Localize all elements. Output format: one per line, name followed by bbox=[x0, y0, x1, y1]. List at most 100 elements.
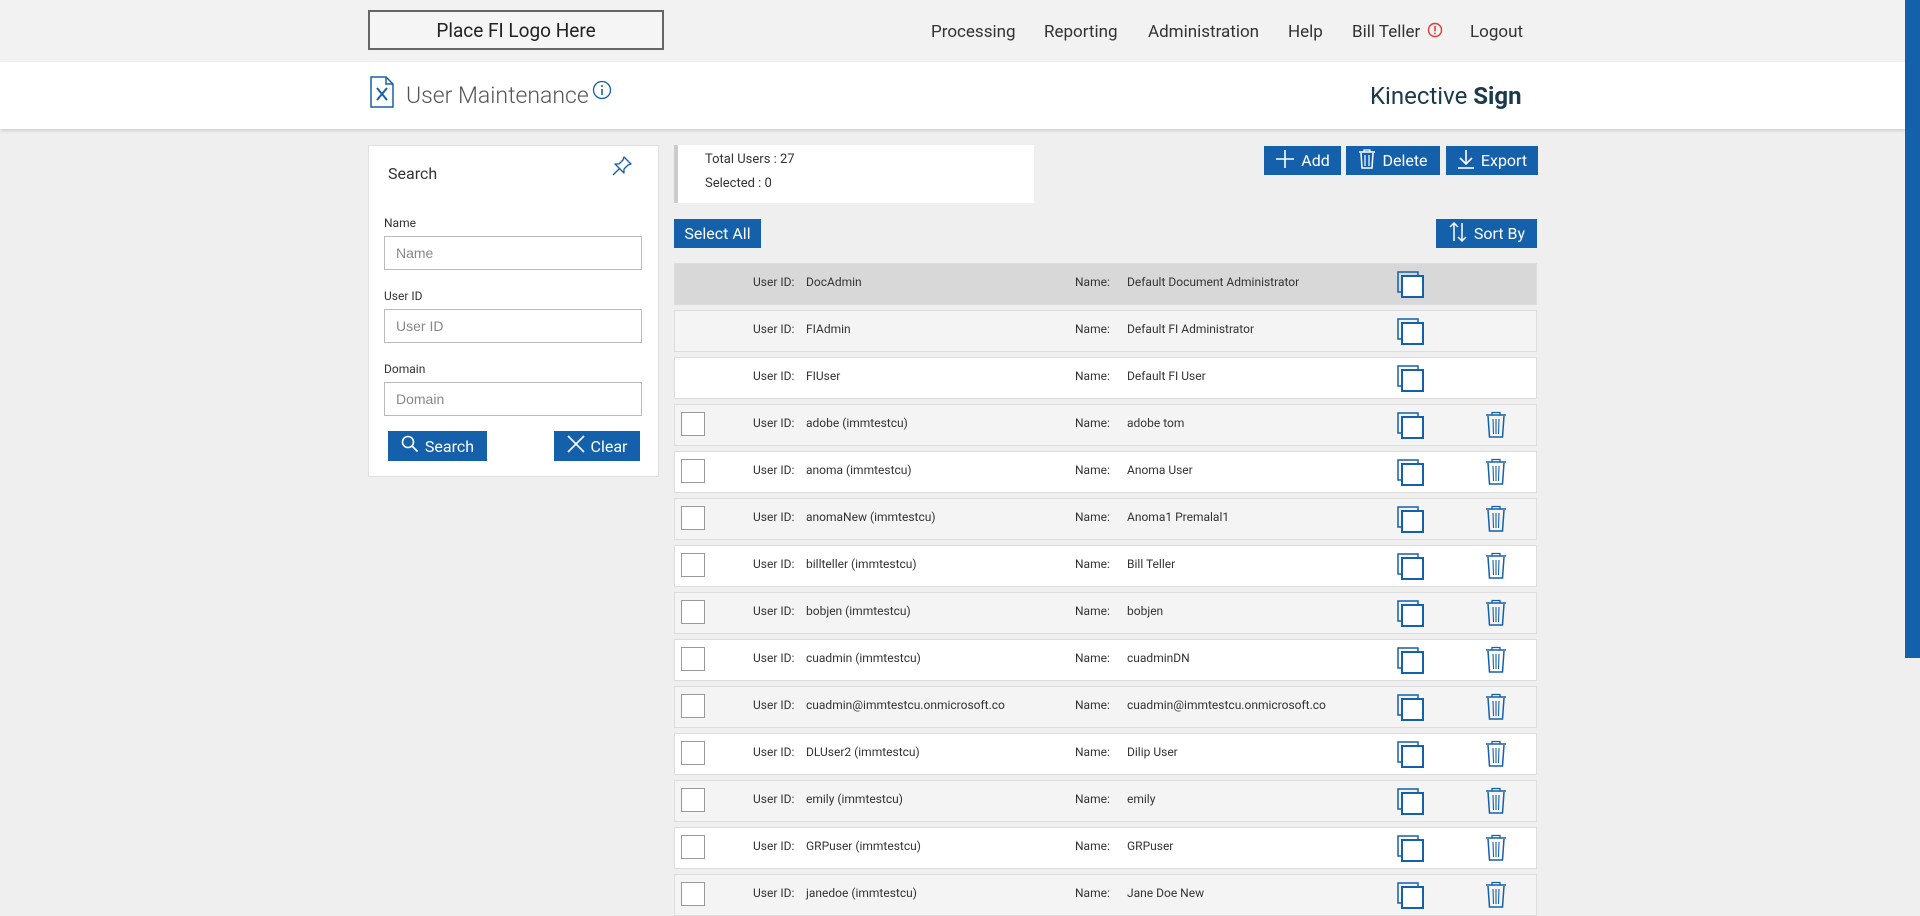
nav-user-menu[interactable]: Bill Teller bbox=[1352, 22, 1443, 43]
table-row[interactable]: User ID: anoma (immtestcu) Name: Anoma User bbox=[674, 451, 1537, 493]
copy-icon[interactable] bbox=[1397, 600, 1425, 631]
row-checkbox[interactable] bbox=[681, 506, 705, 530]
user-id-label: User ID: bbox=[753, 792, 795, 806]
nav-reporting[interactable]: Reporting bbox=[1044, 22, 1118, 42]
user-id-value: GRPuser (immtestcu) bbox=[806, 839, 921, 853]
clear-button[interactable]: Clear bbox=[554, 431, 640, 461]
table-row[interactable]: User ID: adobe (immtestcu) Name: adobe tom bbox=[674, 404, 1537, 446]
sort-by-button[interactable]: Sort By bbox=[1436, 219, 1537, 248]
user-id-value: adobe (immtestcu) bbox=[806, 416, 908, 430]
table-row[interactable]: User ID: FIAdmin Name: Default FI Administr… bbox=[674, 310, 1537, 352]
page-header: User Maintenance Kinective Sign bbox=[0, 62, 1905, 129]
user-id-value: DLUser2 (immtestcu) bbox=[806, 745, 920, 759]
export-button-label: Export bbox=[1480, 151, 1528, 170]
trash-icon[interactable] bbox=[1485, 411, 1507, 442]
copy-icon[interactable] bbox=[1397, 553, 1425, 584]
row-checkbox[interactable] bbox=[681, 882, 705, 906]
trash-icon[interactable] bbox=[1485, 834, 1507, 865]
user-summary: Total Users : 27 Selected : 0 bbox=[674, 145, 1034, 203]
add-user-button[interactable]: Add bbox=[1264, 146, 1341, 175]
user-id-label: User ID: bbox=[753, 886, 795, 900]
search-panel: Search Name User ID Domain Search Clear bbox=[368, 145, 659, 477]
nav-logout[interactable]: Logout bbox=[1470, 22, 1523, 42]
select-all-label: Select All bbox=[684, 224, 751, 243]
user-id-label: User ID bbox=[384, 289, 423, 303]
table-row[interactable]: User ID: janedoe (immtestcu) Name: Jane Doe… bbox=[674, 874, 1537, 916]
info-icon[interactable] bbox=[592, 80, 612, 104]
domain-input[interactable] bbox=[384, 382, 642, 416]
table-row[interactable]: User ID: anomaNew (immtestcu) Name: Anoma1 … bbox=[674, 498, 1537, 540]
table-row[interactable]: User ID: DLUser2 (immtestcu) Name: Dilip Us… bbox=[674, 733, 1537, 775]
copy-icon[interactable] bbox=[1397, 506, 1425, 537]
copy-icon[interactable] bbox=[1397, 835, 1425, 866]
name-label: Name bbox=[384, 216, 416, 230]
nav-help[interactable]: Help bbox=[1288, 22, 1323, 42]
table-row[interactable]: User ID: bobjen (immtestcu) Name: bobjen bbox=[674, 592, 1537, 634]
row-checkbox[interactable] bbox=[681, 647, 705, 671]
copy-icon[interactable] bbox=[1397, 271, 1425, 302]
row-checkbox[interactable] bbox=[681, 694, 705, 718]
table-row[interactable]: User ID: billteller (immtestcu) Name: Bill … bbox=[674, 545, 1537, 587]
name-label: Name: bbox=[1075, 557, 1110, 571]
copy-icon[interactable] bbox=[1397, 459, 1425, 490]
table-row[interactable]: User ID: emily (immtestcu) Name: emily bbox=[674, 780, 1537, 822]
trash-icon[interactable] bbox=[1485, 458, 1507, 489]
copy-icon[interactable] bbox=[1397, 788, 1425, 819]
trash-icon[interactable] bbox=[1485, 740, 1507, 771]
trash-icon[interactable] bbox=[1485, 646, 1507, 677]
trash-icon[interactable] bbox=[1485, 599, 1507, 630]
table-row[interactable]: User ID: cuadmin@immtestcu.onmicrosoft.co… bbox=[674, 686, 1537, 728]
scrollbar-thumb[interactable] bbox=[1905, 0, 1920, 658]
copy-icon[interactable] bbox=[1397, 741, 1425, 772]
table-row[interactable]: User ID: DocAdmin Name: Default Document Ad… bbox=[674, 263, 1537, 305]
user-id-label: User ID: bbox=[753, 463, 795, 477]
row-checkbox[interactable] bbox=[681, 600, 705, 624]
table-row[interactable]: User ID: FIUser Name: Default FI User bbox=[674, 357, 1537, 399]
user-id-value: billteller (immtestcu) bbox=[806, 557, 917, 571]
copy-icon[interactable] bbox=[1397, 412, 1425, 443]
trash-icon[interactable] bbox=[1485, 787, 1507, 818]
name-value: Dilip User bbox=[1127, 745, 1178, 759]
copy-icon[interactable] bbox=[1397, 318, 1425, 349]
row-checkbox[interactable] bbox=[681, 788, 705, 812]
name-label: Name: bbox=[1075, 463, 1110, 477]
table-row[interactable]: User ID: GRPuser (immtestcu) Name: GRPuser bbox=[674, 827, 1537, 869]
export-button[interactable]: Export bbox=[1446, 146, 1538, 175]
search-button[interactable]: Search bbox=[388, 431, 487, 461]
trash-icon[interactable] bbox=[1485, 693, 1507, 724]
name-label: Name: bbox=[1075, 510, 1110, 524]
trash-icon[interactable] bbox=[1485, 552, 1507, 583]
trash-icon[interactable] bbox=[1485, 881, 1507, 912]
pin-icon[interactable] bbox=[610, 154, 634, 182]
name-value: adobe tom bbox=[1127, 416, 1185, 430]
user-id-label: User ID: bbox=[753, 510, 795, 524]
search-icon bbox=[401, 435, 419, 457]
copy-icon[interactable] bbox=[1397, 647, 1425, 678]
row-checkbox[interactable] bbox=[681, 741, 705, 765]
row-checkbox[interactable] bbox=[681, 459, 705, 483]
user-id-value: FIAdmin bbox=[806, 322, 851, 336]
copy-icon[interactable] bbox=[1397, 882, 1425, 913]
nav-administration[interactable]: Administration bbox=[1148, 22, 1259, 42]
name-value: emily bbox=[1127, 792, 1156, 806]
fi-logo-placeholder[interactable]: Place FI Logo Here bbox=[368, 10, 664, 50]
name-value: GRPuser bbox=[1127, 839, 1174, 853]
delete-users-button[interactable]: Delete bbox=[1346, 146, 1440, 175]
name-label: Name: bbox=[1075, 369, 1110, 383]
row-checkbox[interactable] bbox=[681, 835, 705, 859]
row-checkbox[interactable] bbox=[681, 412, 705, 436]
trash-icon[interactable] bbox=[1485, 505, 1507, 536]
name-label: Name: bbox=[1075, 792, 1110, 806]
user-id-input[interactable] bbox=[384, 309, 642, 343]
plus-icon bbox=[1275, 149, 1295, 173]
add-button-label: Add bbox=[1301, 151, 1330, 170]
name-label: Name: bbox=[1075, 745, 1110, 759]
name-input[interactable] bbox=[384, 236, 642, 270]
nav-processing[interactable]: Processing bbox=[931, 22, 1016, 42]
row-checkbox[interactable] bbox=[681, 553, 705, 577]
copy-icon[interactable] bbox=[1397, 365, 1425, 396]
table-row[interactable]: User ID: cuadmin (immtestcu) Name: cuadminD… bbox=[674, 639, 1537, 681]
copy-icon[interactable] bbox=[1397, 694, 1425, 725]
select-all-button[interactable]: Select All bbox=[674, 219, 761, 248]
user-id-label: User ID: bbox=[753, 698, 795, 712]
